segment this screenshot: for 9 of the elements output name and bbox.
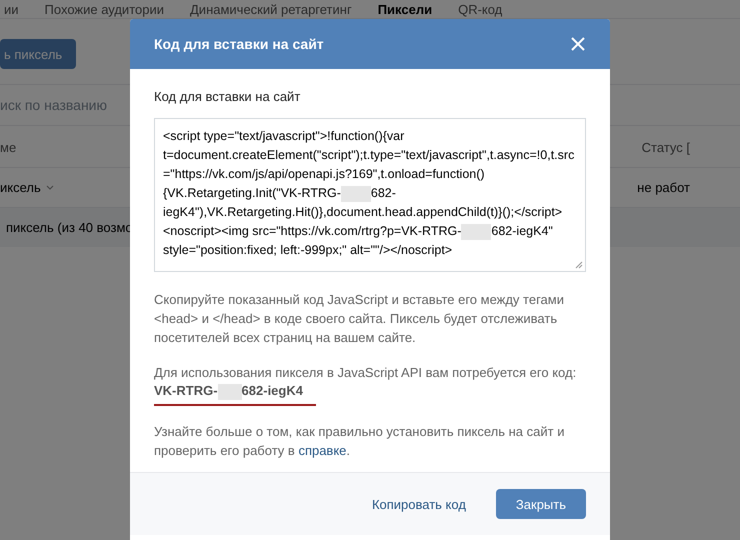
status-cell: не работ bbox=[637, 180, 690, 195]
api-note-text: Для использования пикселя в JavaScript API вам потребуется его код: bbox=[154, 364, 578, 382]
help-text: Узнайте больше о том, как правильно установить пиксель на сайт и проверить его работу в справке. bbox=[154, 423, 566, 460]
pixel-code: VK-RTRG- 682-iegK4 bbox=[154, 382, 303, 400]
instructions-text: Скопируйте показанный код JavaScript и вставьте его между тегами <head> и </head> в коде своего сайта. Пиксель будет отслеживать посетителей всех страниц на вашем сайте. bbox=[154, 291, 565, 347]
column-header: ме bbox=[0, 140, 16, 155]
column-header: Статус [ bbox=[642, 140, 690, 155]
code-label: Код для вставки на сайт bbox=[154, 89, 302, 104]
dialog-title: Код для вставки на сайт bbox=[154, 36, 324, 52]
